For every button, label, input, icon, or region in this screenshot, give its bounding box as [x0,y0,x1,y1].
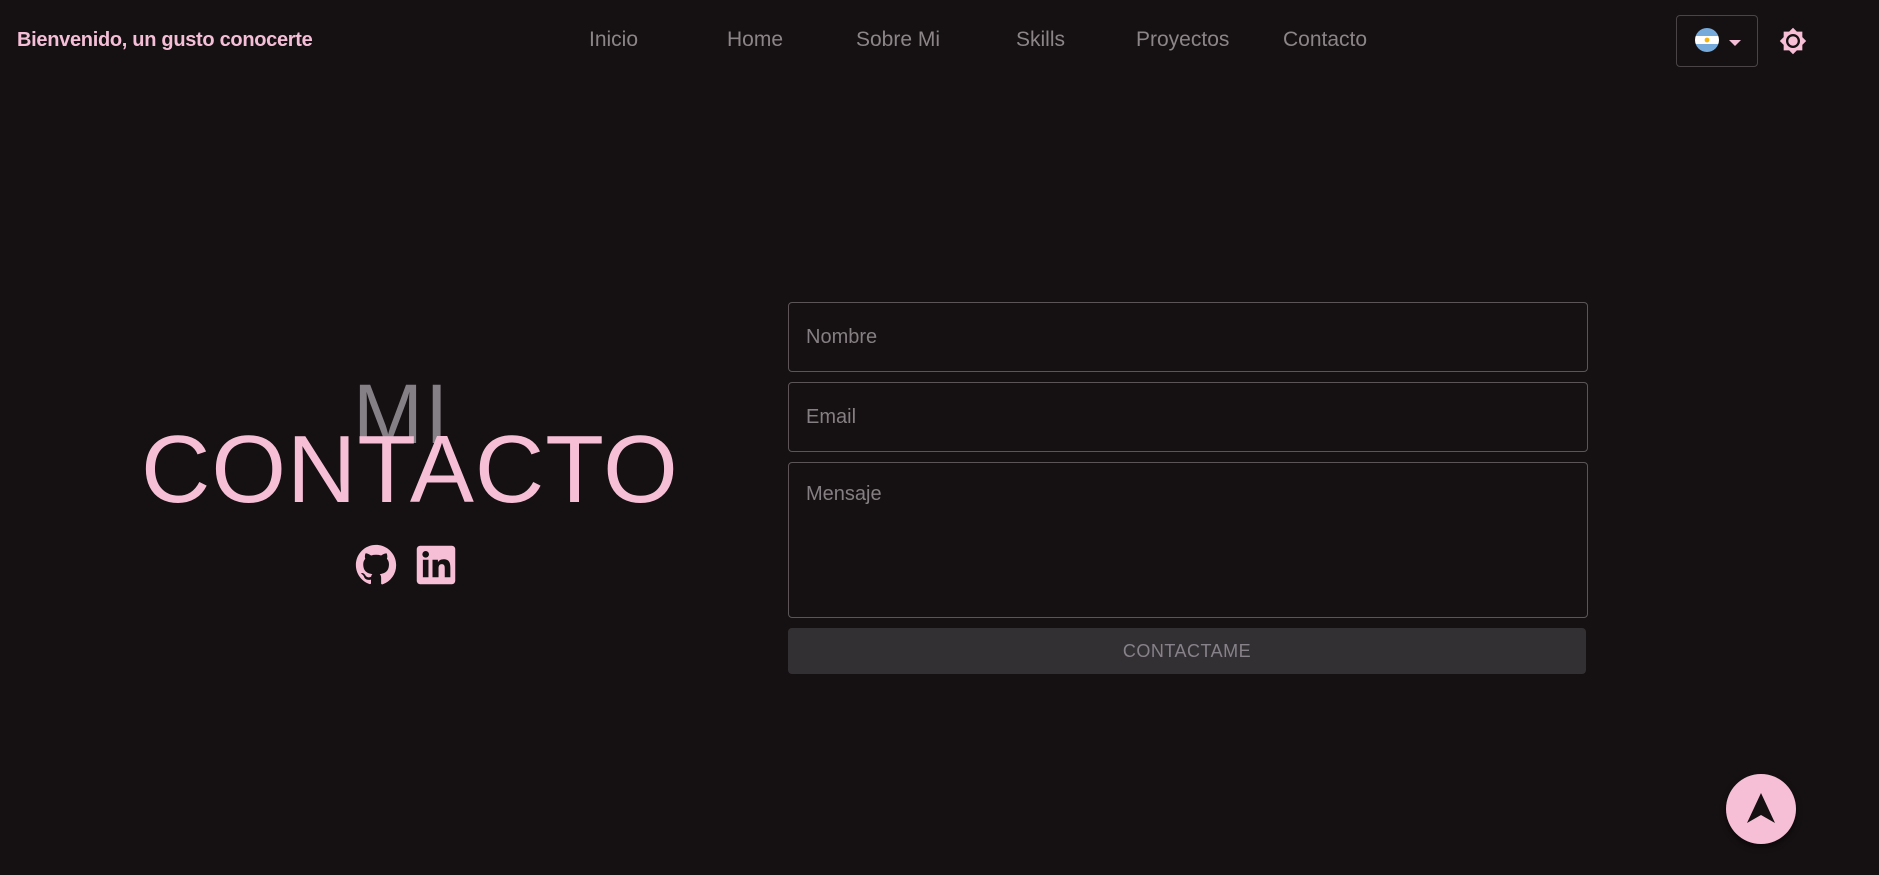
github-icon[interactable] [355,544,397,586]
email-field[interactable] [788,382,1588,452]
nav-item-proyectos[interactable]: Proyectos [1136,28,1229,52]
section-title-contacto: CONTACTO [141,416,679,523]
navigation-arrow-icon [1747,793,1775,823]
nav-item-contacto[interactable]: Contacto [1283,28,1367,52]
linkedin-icon[interactable] [415,544,457,586]
message-field[interactable] [788,462,1588,618]
chevron-down-icon [1729,40,1741,46]
scroll-top-button[interactable] [1726,774,1796,844]
nav-item-home[interactable]: Home [727,28,783,52]
argentina-flag-icon [1695,28,1719,52]
contact-page: Bienvenido, un gusto conocerte Inicio Ho… [0,0,1879,875]
nav-item-inicio[interactable]: Inicio [589,28,638,52]
language-select[interactable] [1676,15,1758,67]
main-nav: Inicio Home Sobre Mi Skills Proyectos Co… [0,28,1879,56]
nav-item-sobre-mi[interactable]: Sobre Mi [856,28,940,52]
name-field[interactable] [788,302,1588,372]
brightness-icon[interactable] [1779,27,1807,55]
contact-submit-button[interactable]: CONTACTAME [788,628,1586,674]
nav-item-skills[interactable]: Skills [1016,28,1065,52]
